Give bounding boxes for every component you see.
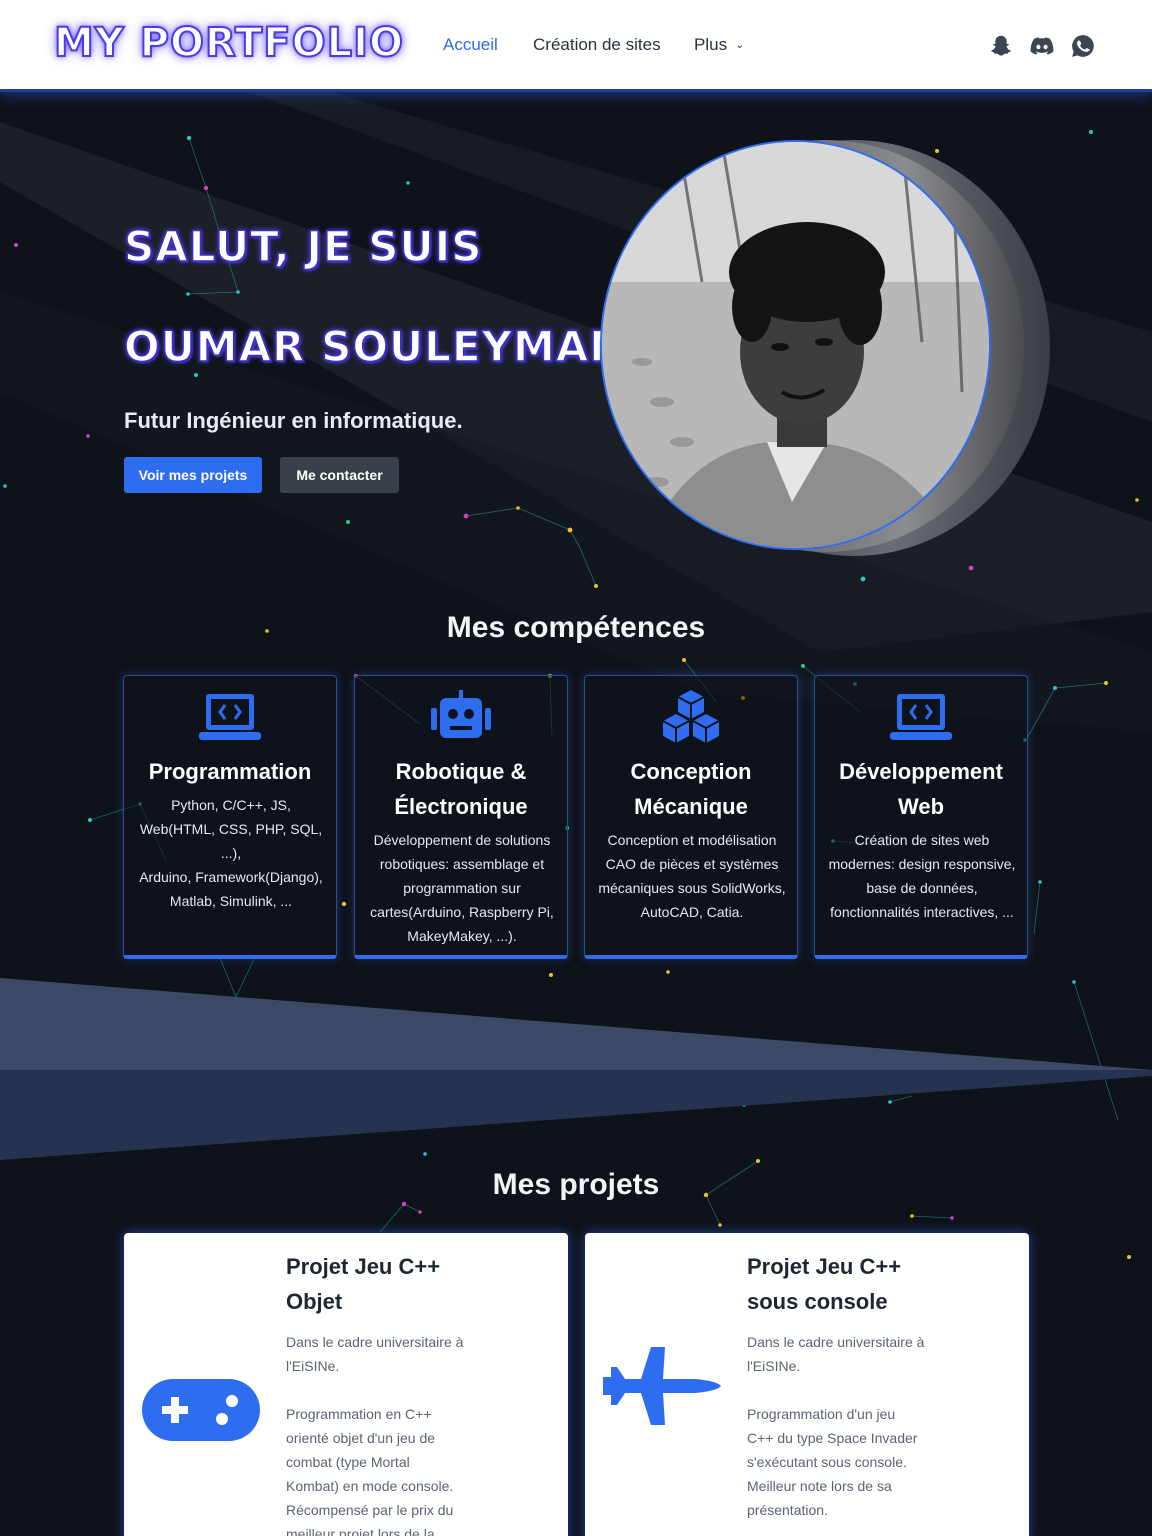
skill-card-programmation: Programmation Python, C/C++, JS, Web(HTM… [123, 675, 337, 959]
robot-icon [355, 690, 567, 746]
skill-desc-line: Création de sites web [854, 832, 990, 848]
skill-desc-line: Web(HTML, CSS, PHP, SQL, [139, 821, 323, 837]
project-context: Dans le cadre universitaire à l'EiSINe. [747, 1330, 947, 1378]
fighter-jet-icon [603, 1343, 721, 1434]
skill-title: Robotique & Électronique [355, 754, 567, 824]
skill-desc-line: Conception et modélisation [607, 832, 777, 848]
skill-description: Python, C/C++, JS, Web(HTML, CSS, PHP, S… [134, 793, 328, 913]
project-title: Projet Jeu C++ sous console [747, 1249, 967, 1319]
gamepad-icon [142, 1379, 260, 1446]
project-text-line: orienté objet d'un jeu de [286, 1430, 436, 1446]
project-title-line: Projet Jeu C++ [747, 1254, 902, 1279]
project-text-line: Programmation d'un jeu [747, 1406, 896, 1422]
skill-desc-line: programmation sur [403, 880, 521, 896]
skill-title-line: Web [897, 794, 945, 819]
hero-subtitle: Futur Ingénieur en informatique. [124, 408, 463, 433]
project-text-line: présentation. [747, 1502, 828, 1518]
chevron-down-icon: ⌄ [735, 39, 745, 51]
skill-title: Programmation [148, 759, 312, 784]
laptop-code-icon [124, 690, 336, 746]
project-text-line: C++ du type Space Invader [747, 1430, 918, 1446]
laptop-code-icon [815, 690, 1027, 746]
skill-title-line: Conception [630, 759, 752, 784]
skill-title-line: Développement [839, 759, 1003, 784]
skill-desc-line: Matlab, Simulink, ... [169, 893, 293, 909]
nav-item-accueil[interactable]: Accueil [443, 35, 498, 55]
profile-photo-frame [600, 140, 1050, 560]
skill-desc-line: CAO de pièces et systèmes [605, 856, 779, 872]
discord-icon[interactable] [1029, 33, 1055, 59]
project-title: Projet Jeu C++ Objet [286, 1249, 506, 1319]
project-text-line: meilleur projet lors de la [286, 1526, 435, 1536]
skill-desc-line: Arduino, Framework(Django), [139, 869, 323, 885]
contact-button[interactable]: Me contacter [280, 457, 399, 493]
skill-desc-line: cartes(Arduino, Raspberry Pi, [370, 904, 554, 920]
skill-desc-line: mécaniques sous SolidWorks, [598, 880, 786, 896]
skill-desc-line: modernes: design responsive, [828, 856, 1016, 872]
skill-desc-line: AutoCAD, Catia. [640, 904, 744, 920]
nav-item-plus[interactable]: Plus ⌄ [694, 35, 744, 55]
nav-item-creation-sites[interactable]: Création de sites [533, 35, 661, 55]
project-card-cpp-console[interactable]: Projet Jeu C++ sous console Dans le cadr… [585, 1233, 1029, 1536]
profile-photo [602, 142, 989, 548]
project-text-line: l'EiSINe. [747, 1358, 801, 1374]
project-description: Programmation en C++ orienté objet d'un … [286, 1402, 486, 1536]
skill-card-conception: Conception Mécanique Conception et modél… [584, 675, 798, 959]
skill-description: Création de sites web modernes: design r… [825, 828, 1019, 924]
project-context: Dans le cadre universitaire à l'EiSINe. [286, 1330, 486, 1378]
skill-title: Développement Web [815, 754, 1027, 824]
skill-card-web: Développement Web Création de sites web … [814, 675, 1028, 959]
skills-title: Mes compétences [446, 611, 706, 644]
snapchat-icon[interactable] [988, 33, 1014, 59]
skill-desc-line: ...), [220, 845, 242, 861]
skill-desc-line: base de données, [866, 880, 978, 896]
project-text-line: l'EiSINe. [286, 1358, 340, 1374]
project-text-line: Kombat) en mode console. [286, 1478, 454, 1494]
projects-title: Mes projets [492, 1168, 660, 1201]
project-text-line: Dans le cadre universitaire à [747, 1334, 925, 1350]
skill-card-robotique: Robotique & Électronique Développement d… [354, 675, 568, 959]
project-title-line: Objet [286, 1289, 343, 1314]
whatsapp-icon[interactable] [1070, 33, 1096, 59]
project-text-line: Récompensé par le prix du [286, 1502, 454, 1518]
skill-title-line: Mécanique [634, 794, 748, 819]
project-description: Programmation d'un jeu C++ du type Space… [747, 1402, 947, 1522]
project-text-line: combat (type Mortal [286, 1454, 410, 1470]
skill-desc-line: robotiques: assemblage et [379, 856, 545, 872]
skill-desc-line: Développement de solutions [373, 832, 551, 848]
project-text-line: Programmation en C++ [286, 1406, 432, 1422]
skill-desc-line: fonctionnalités interactives, ... [830, 904, 1014, 920]
project-title-line: Projet Jeu C++ [286, 1254, 441, 1279]
nav-item-plus-label: Plus [694, 35, 728, 54]
cubes-icon [585, 690, 797, 746]
project-text-line: Meilleur note lors de sa [747, 1478, 892, 1494]
avatar [600, 140, 991, 550]
view-projects-button[interactable]: Voir mes projets [124, 457, 262, 493]
skill-title-line: Robotique & [395, 759, 527, 784]
skill-desc-line: MakeyMakey, ...). [407, 928, 517, 944]
skill-title-line: Électronique [394, 794, 528, 819]
project-text-line: Dans le cadre universitaire à [286, 1334, 464, 1350]
project-title-line: sous console [747, 1289, 888, 1314]
project-text-line: s'exécutant sous console. [747, 1454, 907, 1470]
site-logo[interactable]: MY PORTFOLIO [53, 19, 404, 67]
skill-title: Conception Mécanique [585, 754, 797, 824]
site-header: MY PORTFOLIO Accueil Création de sites P… [0, 0, 1152, 92]
skill-description: Développement de solutions robotiques: a… [365, 828, 559, 948]
hero-greeting: SALUT, JE SUIS [123, 221, 483, 272]
section-divider [0, 978, 1152, 1160]
skill-desc-line: Python, C/C++, JS, [171, 797, 291, 813]
hero-name: OUMAR SOULEYMAN [123, 321, 626, 372]
project-card-cpp-objet[interactable]: Projet Jeu C++ Objet Dans le cadre unive… [124, 1233, 568, 1536]
skill-description: Conception et modélisation CAO de pièces… [595, 828, 789, 924]
